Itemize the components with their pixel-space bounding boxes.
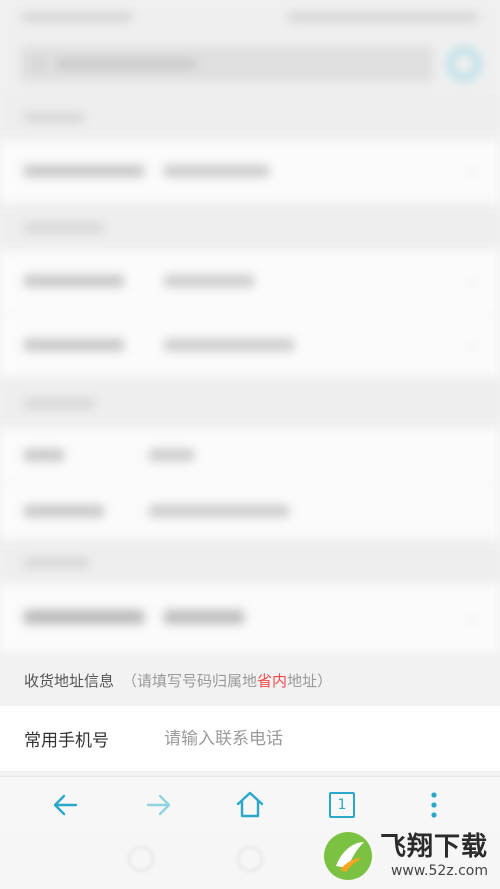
section-header	[0, 378, 500, 428]
list-row	[0, 484, 500, 540]
address-section-header: 收货地址信息 （请填写号码归属地省内地址）	[0, 655, 500, 705]
list-row	[0, 428, 500, 484]
page-icon	[32, 57, 46, 71]
chevron-right-icon: ›	[468, 161, 476, 182]
forward-arrow-icon	[146, 794, 171, 815]
blurred-background-content: › › › ›	[0, 0, 500, 655]
system-back-icon	[128, 846, 154, 872]
logo-title: 飞翔下载	[380, 832, 489, 862]
chevron-right-icon: ›	[468, 608, 476, 629]
back-button[interactable]	[36, 781, 96, 829]
browser-toolbar: 1	[0, 776, 500, 832]
logo-text: 飞翔下载 www.52z.com	[380, 832, 488, 880]
reload-icon	[448, 48, 480, 80]
address-section-note: （请填写号码归属地省内地址）	[122, 671, 333, 690]
logo-url: www.52z.com	[390, 863, 489, 879]
phone-input[interactable]	[164, 728, 424, 749]
logo-mark-icon	[324, 832, 372, 880]
url-field	[20, 46, 434, 82]
highlight-text: 省内	[257, 671, 288, 690]
list-row: ›	[0, 314, 500, 378]
chevron-right-icon: ›	[468, 335, 476, 356]
watermark-logo: 飞翔下载 www.52z.com	[322, 826, 500, 886]
section-header	[0, 204, 500, 250]
home-icon	[236, 791, 264, 817]
list-row: ›	[0, 584, 500, 654]
phone-row: 常用手机号	[0, 706, 500, 772]
more-button[interactable]	[404, 781, 464, 829]
list-row: ›	[0, 140, 500, 204]
status-bar	[0, 0, 500, 34]
url-bar	[0, 34, 500, 94]
app-screen: › › › › 收货地址信息 （请填写号码归属地省内地址） 常用手机号 请输入联…	[0, 0, 500, 889]
tab-count: 1	[337, 796, 347, 813]
tabs-button[interactable]: 1	[312, 781, 372, 829]
back-arrow-icon	[53, 794, 78, 815]
phone-label: 常用手机号	[24, 731, 109, 751]
tabs-icon: 1	[329, 791, 355, 818]
address-section-title: 收货地址信息	[24, 671, 115, 690]
more-icon	[431, 791, 437, 818]
chevron-right-icon: ›	[468, 271, 476, 292]
section-header	[0, 540, 500, 584]
forward-button[interactable]	[128, 781, 188, 829]
system-home-icon	[237, 846, 263, 872]
list-row: ›	[0, 250, 500, 314]
section-header	[0, 94, 500, 140]
home-button[interactable]	[220, 781, 280, 829]
